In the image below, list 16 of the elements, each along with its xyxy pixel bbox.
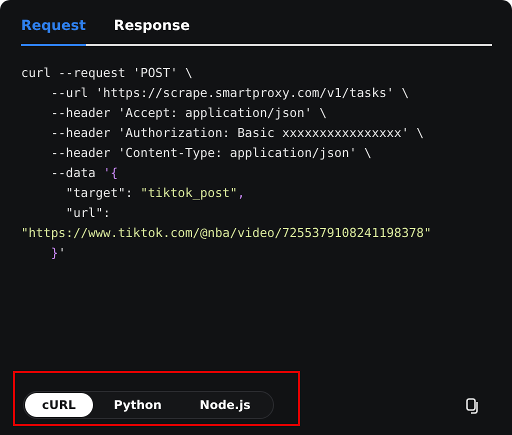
language-tab[interactable]: cURL: [25, 393, 93, 417]
code-line: --header 'Authorization: Basic xxxxxxxxxxxxxxxx' \: [50, 124, 425, 142]
code-line: --header 'Accept: application/json' \: [50, 104, 328, 122]
code-line: "target": "tiktok_post",: [64, 184, 246, 202]
tab[interactable]: Request: [21, 14, 86, 46]
language-tab[interactable]: Node.js: [182, 393, 268, 417]
code-line: "url":: [64, 204, 112, 222]
code-line: "https://www.tiktok.com/@nba/video/7255379108241198378": [21, 224, 432, 242]
tab[interactable]: Response: [114, 14, 190, 46]
code-line: --header 'Content-Type: application/json' \: [50, 144, 373, 162]
language-tab[interactable]: Python: [96, 393, 179, 417]
code-line: curl --request 'POST' \: [21, 64, 194, 82]
copy-icon[interactable]: [466, 398, 480, 414]
code-line: --url 'https://scrape.smartproxy.com/v1/tasks' \: [50, 84, 410, 102]
code-line: --data '{: [50, 164, 119, 182]
code-line: }': [50, 244, 67, 262]
